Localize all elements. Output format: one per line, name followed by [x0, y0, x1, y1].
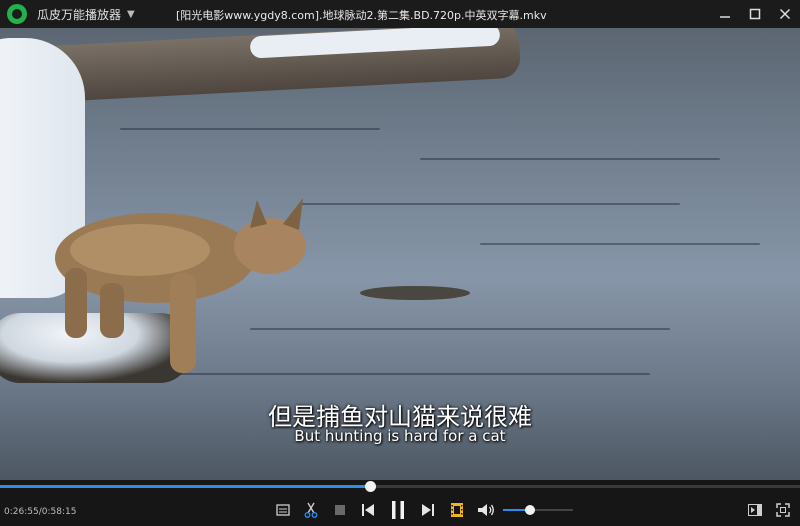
app-name[interactable]: 瓜皮万能播放器 — [37, 6, 121, 23]
progress-thumb[interactable] — [364, 481, 376, 492]
progress-bar[interactable] — [0, 481, 800, 492]
pause-button[interactable] — [388, 500, 408, 520]
volume-thumb[interactable] — [524, 505, 535, 515]
water-ripple — [300, 203, 680, 205]
maximize-icon — [749, 8, 761, 20]
time-display: 0:26:55/0:58:15 — [4, 507, 77, 517]
playlist-button[interactable] — [447, 500, 467, 520]
bobcat-figure — [55, 198, 306, 373]
subtitle-english: But hunting is hard for a cat — [294, 427, 506, 445]
previous-button[interactable] — [358, 500, 378, 520]
water-ripple — [480, 243, 760, 245]
stop-icon — [335, 505, 345, 515]
scissors-icon — [304, 502, 318, 518]
clip-button[interactable] — [301, 500, 321, 520]
stop-button[interactable] — [330, 500, 350, 520]
close-icon — [779, 8, 791, 20]
app-menu-caret[interactable]: ▼ — [127, 9, 135, 20]
image-icon — [276, 504, 290, 516]
volume-button[interactable] — [476, 500, 496, 520]
title-bar: 瓜皮万能播放器 ▼ [阳光电影www.ygdy8.com].地球脉动2.第二集.… — [0, 0, 800, 28]
video-rock — [360, 286, 470, 300]
screenshot-button[interactable] — [273, 500, 293, 520]
app-logo-icon[interactable] — [7, 4, 27, 24]
file-title: [阳光电影www.ygdy8.com].地球脉动2.第二集.BD.720p.中英… — [176, 9, 547, 22]
fullscreen-icon — [776, 503, 790, 517]
control-bar: 0:26:55/0:58:15 — [0, 480, 800, 526]
close-button[interactable] — [770, 0, 800, 28]
film-icon — [451, 503, 463, 517]
water-ripple — [420, 158, 720, 160]
skip-previous-icon — [362, 504, 374, 516]
fullscreen-button[interactable] — [773, 500, 793, 520]
pause-icon — [392, 501, 404, 519]
sidebar-toggle-icon — [748, 504, 762, 516]
water-ripple — [120, 128, 380, 130]
next-button[interactable] — [418, 500, 438, 520]
minimize-icon — [720, 16, 730, 18]
progress-fill — [0, 485, 370, 488]
sidebar-toggle-button[interactable] — [745, 500, 765, 520]
skip-next-icon — [422, 504, 434, 516]
maximize-button[interactable] — [740, 0, 770, 28]
volume-icon — [478, 504, 494, 516]
minimize-button[interactable] — [710, 0, 740, 28]
volume-slider[interactable] — [503, 505, 573, 515]
